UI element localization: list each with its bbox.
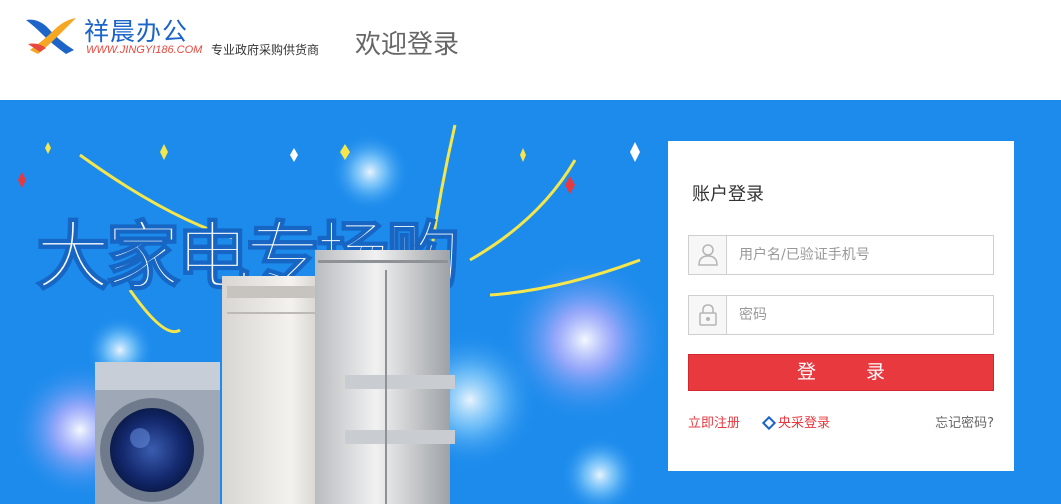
username-field[interactable] (688, 235, 994, 275)
lock-icon (689, 296, 727, 334)
logo-url: WWW.JINGYI186.COM (86, 44, 203, 56)
site-logo[interactable]: 祥晨办公 WWW.JINGYI186.COM (24, 12, 224, 62)
login-links: 立即注册 央采登录 忘记密码? (688, 412, 994, 432)
logo-mark-icon (26, 18, 76, 55)
central-procurement-login-link[interactable]: 央采登录 (761, 412, 831, 431)
page-title: 欢迎登录 (355, 30, 460, 60)
site-header: 祥晨办公 WWW.JINGYI186.COM 专业政府采购供货商 欢迎登录 (0, 0, 1061, 100)
diamond-icon (761, 415, 777, 431)
password-input[interactable] (728, 296, 993, 334)
register-link[interactable]: 立即注册 (688, 412, 740, 431)
logo-name: 祥晨办公 (84, 17, 189, 46)
login-panel: 账户登录 登 录 立即注册 央采登录 忘记密码? (668, 141, 1014, 471)
forgot-password-link[interactable]: 忘记密码? (935, 412, 994, 431)
username-input[interactable] (728, 236, 993, 274)
user-icon (689, 236, 727, 274)
site-tagline: 专业政府采购供货商 (211, 43, 320, 57)
login-title: 账户登录 (692, 184, 764, 205)
central-login-label: 央采登录 (778, 416, 831, 431)
password-field[interactable] (688, 295, 994, 335)
banner-artwork: 大家电专场购 (10, 124, 670, 504)
login-button[interactable]: 登 录 (688, 354, 994, 391)
